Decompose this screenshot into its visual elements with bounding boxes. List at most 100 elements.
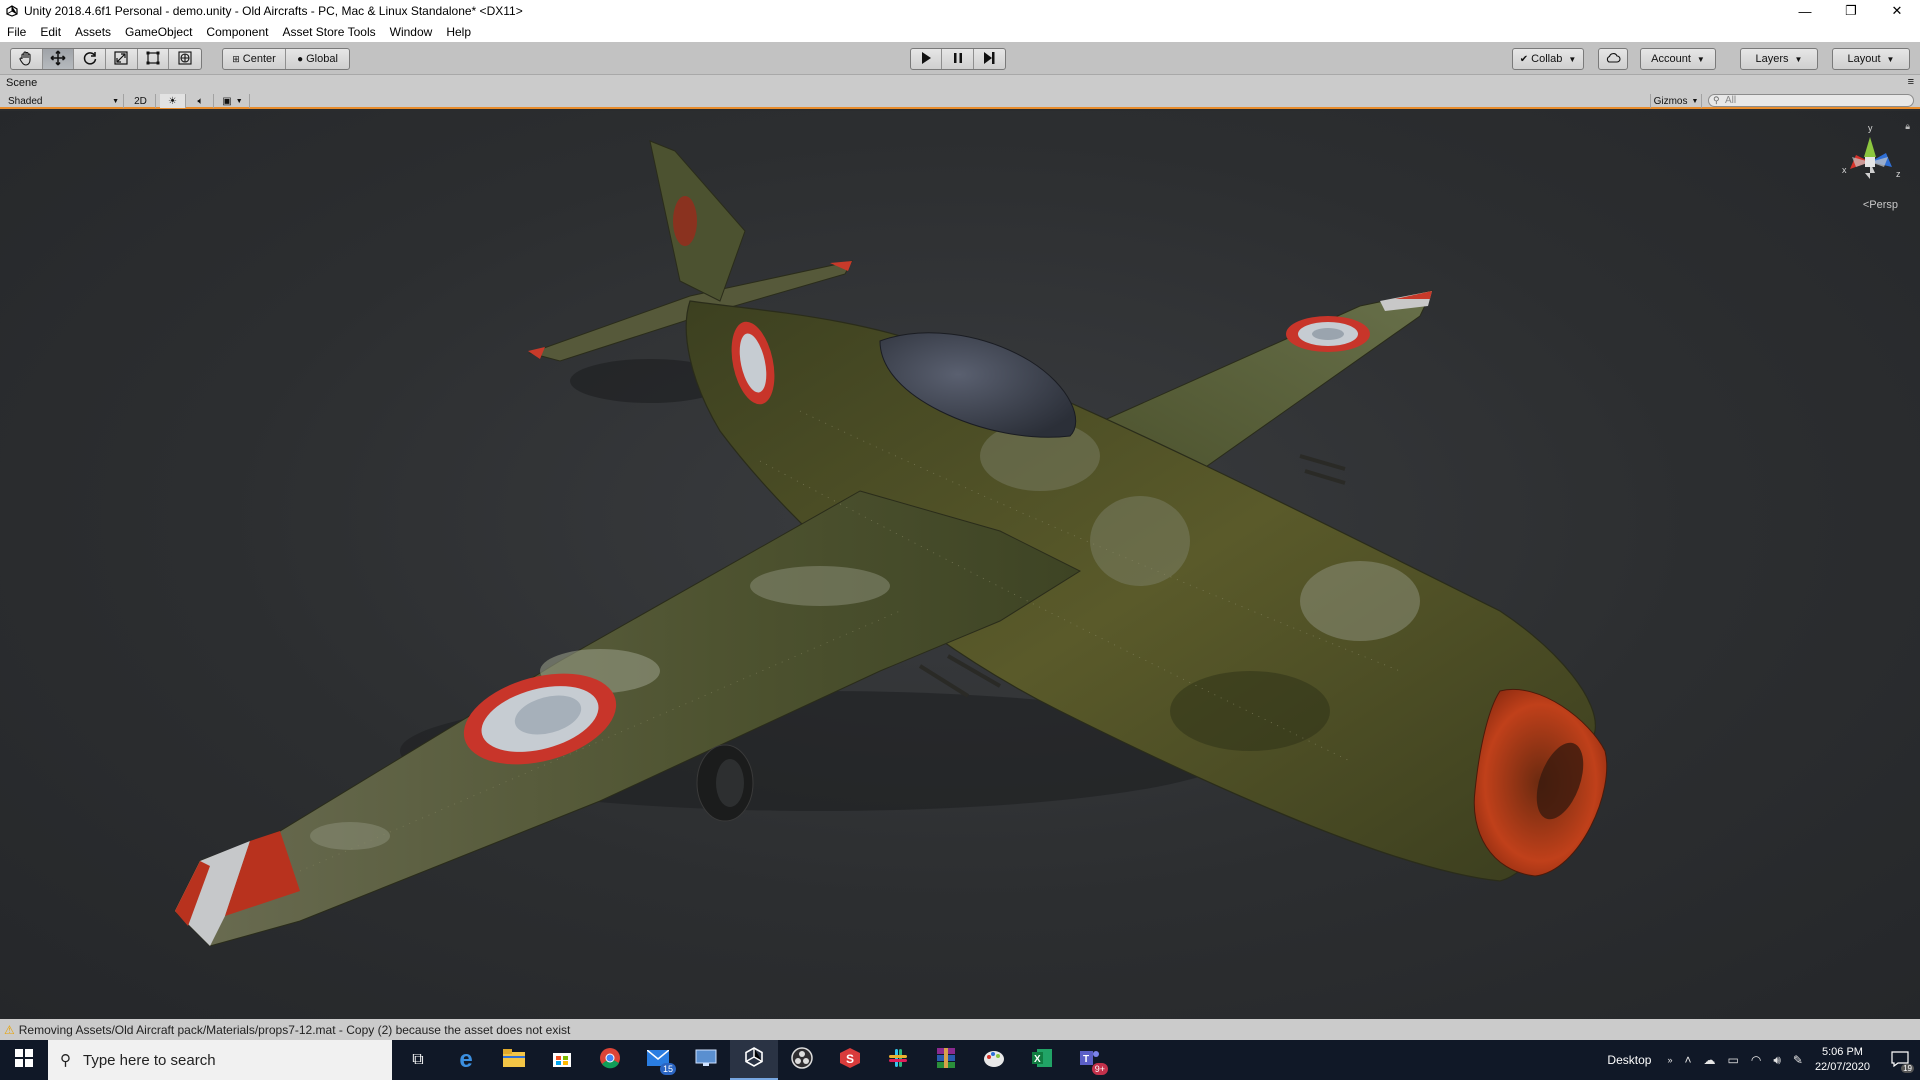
space-label: Global	[306, 53, 338, 65]
menu-file[interactable]: File	[0, 25, 33, 39]
task-view-button[interactable]: ⧉	[394, 1040, 442, 1080]
hand-tool-button[interactable]	[11, 49, 43, 69]
excel-button[interactable]: X	[1018, 1040, 1066, 1080]
gizmo-y-label: y	[1868, 123, 1873, 133]
clock-date: 22/07/2020	[1814, 1061, 1870, 1073]
playback-controls	[910, 48, 1006, 70]
menu-window[interactable]: Window	[383, 25, 440, 39]
step-button[interactable]	[974, 49, 1005, 69]
obs-button[interactable]	[778, 1040, 826, 1080]
desktop-toolbar-label[interactable]: Desktop	[1607, 1053, 1651, 1067]
teams-button[interactable]: T 9+	[1066, 1040, 1114, 1080]
aircraft-model	[174, 140, 1608, 947]
move-icon	[50, 50, 66, 69]
store-button[interactable]	[538, 1040, 586, 1080]
rect-tool-button[interactable]	[138, 49, 170, 69]
search-placeholder: All	[1725, 95, 1737, 106]
status-bar[interactable]: ⚠ Removing Assets/Old Aircraft pack/Mate…	[0, 1019, 1920, 1040]
layout-label: Layout	[1847, 53, 1881, 65]
play-button[interactable]	[911, 49, 943, 69]
scale-icon	[113, 50, 129, 69]
perspective-toggle[interactable]: <Persp	[1863, 199, 1898, 211]
lock-icon[interactable]: 🔒︎	[1905, 121, 1910, 132]
scale-tool-button[interactable]	[106, 49, 138, 69]
transform-tool-button[interactable]	[169, 49, 201, 69]
chevron-down-icon: ▼	[112, 97, 119, 105]
remote-desktop-button[interactable]	[682, 1040, 730, 1080]
chevron-down-icon: ▼	[235, 97, 243, 105]
lighting-toggle[interactable]: ☀	[160, 94, 186, 108]
menu-edit[interactable]: Edit	[33, 25, 68, 39]
pivot-label: Center	[242, 53, 276, 65]
pause-icon	[951, 51, 965, 68]
file-explorer-icon	[503, 1048, 525, 1072]
shading-mode-dropdown[interactable]: Shaded ▼	[0, 94, 124, 108]
menu-help[interactable]: Help	[439, 25, 478, 39]
layers-label: Layers	[1755, 53, 1789, 65]
chrome-button[interactable]	[586, 1040, 634, 1080]
pivot-toggles: ⊞ Center ● Global	[222, 48, 350, 70]
scene-search-input[interactable]: ⚲ All	[1708, 94, 1914, 107]
gizmo-x-label: x	[1842, 165, 1847, 175]
rotate-tool-button[interactable]	[74, 49, 107, 69]
minimize-button[interactable]: —	[1782, 0, 1828, 22]
volume-icon[interactable]: 🔊︎	[1773, 1053, 1781, 1068]
paint-button[interactable]	[970, 1040, 1018, 1080]
2d-toggle[interactable]: 2D	[126, 94, 156, 108]
restore-button[interactable]: ❐	[1828, 0, 1874, 22]
orientation-gizmo[interactable]: y x z	[1830, 117, 1910, 207]
menu-gameobject[interactable]: GameObject	[118, 25, 199, 39]
mail-button[interactable]: 15	[634, 1040, 682, 1080]
scene-tab[interactable]: Scene ≡	[0, 75, 1920, 93]
gizmos-dropdown[interactable]: Gizmos ▼	[1650, 94, 1702, 108]
menu-asset-store-tools[interactable]: Asset Store Tools	[275, 25, 382, 39]
layout-dropdown[interactable]: Layout ▼	[1832, 48, 1910, 70]
edge-icon: e	[459, 1046, 473, 1073]
clock-time: 5:06 PM	[1821, 1046, 1863, 1058]
remote-desktop-icon	[695, 1049, 717, 1072]
onedrive-icon[interactable]: ☁	[1703, 1053, 1715, 1067]
panel-menu-icon[interactable]: ≡	[1908, 76, 1914, 88]
transform-icon	[177, 50, 193, 69]
space-global-button[interactable]: ● Global	[286, 49, 349, 69]
menu-component[interactable]: Component	[199, 25, 275, 39]
warning-icon: ⚠	[4, 1022, 15, 1037]
pen-icon[interactable]: ✎	[1793, 1053, 1803, 1067]
taskbar-search-input[interactable]: ⚲ Type here to search	[48, 1040, 392, 1080]
taskbar-apps: ⧉ e 15 S X T 9+	[394, 1040, 1114, 1080]
wifi-icon[interactable]: ◠	[1751, 1053, 1761, 1067]
rect-icon	[145, 50, 161, 69]
start-button[interactable]	[0, 1040, 48, 1080]
chevron-right-icon[interactable]: »	[1667, 1055, 1672, 1065]
collab-dropdown[interactable]: ✔ Collab ▼	[1512, 48, 1584, 70]
chrome-icon	[599, 1047, 621, 1074]
rotate-icon	[82, 50, 98, 69]
pause-button[interactable]	[942, 49, 974, 69]
app-s-button[interactable]: S	[826, 1040, 874, 1080]
unity-button[interactable]	[730, 1040, 778, 1080]
move-tool-button[interactable]	[42, 49, 75, 69]
scene-tab-label: Scene	[6, 77, 38, 89]
effects-dropdown[interactable]: ▣ ▼	[216, 94, 250, 108]
slack-button[interactable]	[874, 1040, 922, 1080]
close-button[interactable]: ✕	[1874, 0, 1920, 22]
pivot-center-button[interactable]: ⊞ Center	[223, 49, 287, 69]
action-center-button[interactable]: 19	[1880, 1040, 1920, 1080]
chevron-down-icon: ▼	[1691, 97, 1699, 105]
pivot-icon: ⊞	[232, 53, 240, 64]
winrar-button[interactable]	[922, 1040, 970, 1080]
scene-viewport[interactable]: y x z 🔒︎ <Persp	[0, 111, 1920, 1019]
file-explorer-button[interactable]	[490, 1040, 538, 1080]
audio-toggle[interactable]: 🔈︎	[188, 94, 214, 108]
slack-icon	[887, 1047, 909, 1074]
taskbar-search-placeholder: Type here to search	[83, 1051, 216, 1069]
layers-dropdown[interactable]: Layers ▼	[1740, 48, 1818, 70]
battery-icon[interactable]: ▭	[1727, 1053, 1738, 1067]
menu-assets[interactable]: Assets	[68, 25, 118, 39]
cloud-button[interactable]	[1598, 48, 1628, 70]
edge-button[interactable]: e	[442, 1040, 490, 1080]
account-dropdown[interactable]: Account ▼	[1640, 48, 1716, 70]
svg-text:S: S	[846, 1052, 854, 1066]
taskbar-clock[interactable]: 5:06 PM 22/07/2020	[1815, 1045, 1870, 1075]
chevron-up-icon[interactable]: ˄	[1684, 1053, 1691, 1067]
